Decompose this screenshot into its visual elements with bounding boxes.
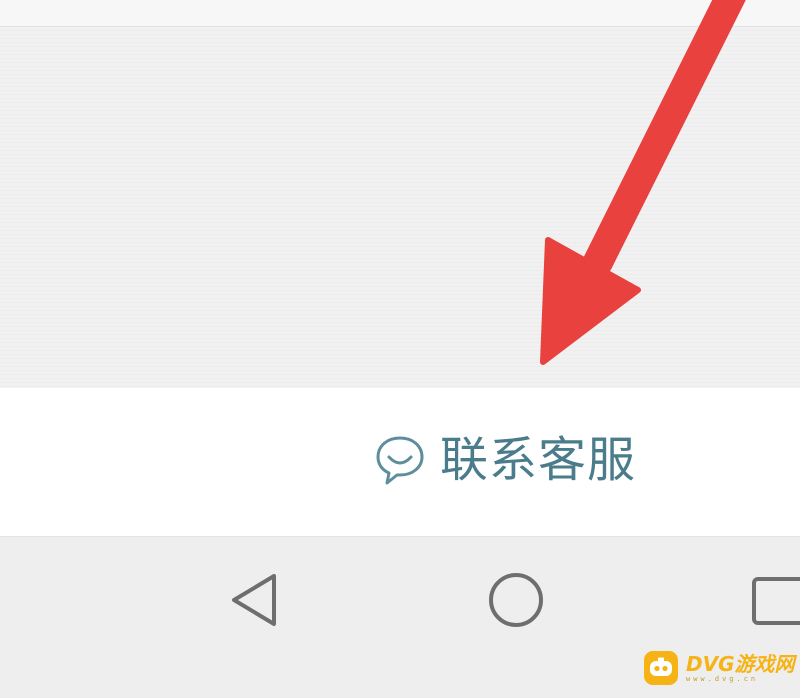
home-circle-icon <box>485 569 547 635</box>
watermark-text: DVG游戏网 <box>686 651 795 676</box>
contact-customer-service-label: 联系客服 <box>440 432 637 488</box>
chat-bubble-icon <box>372 432 428 488</box>
gamepad-logo-icon <box>644 651 678 685</box>
watermark-subtext: www.dvg.cn <box>686 674 759 683</box>
watermark-text-group: DVG游戏网 www.dvg.cn <box>686 654 795 683</box>
back-button[interactable] <box>222 570 286 634</box>
recent-apps-button[interactable] <box>746 570 800 634</box>
top-strip <box>0 0 800 27</box>
back-triangle-icon <box>226 570 282 634</box>
watermark: DVG游戏网 www.dvg.cn <box>644 648 795 688</box>
recent-apps-square-icon <box>746 570 800 634</box>
contact-customer-service-button[interactable]: 联系客服 <box>372 424 672 496</box>
content-area <box>0 27 800 387</box>
home-button[interactable] <box>482 568 550 636</box>
